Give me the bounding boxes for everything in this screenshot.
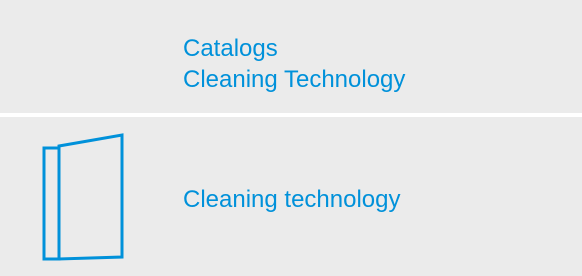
catalog-book-icon xyxy=(38,133,138,263)
catalog-header-title: Catalogs Cleaning Technology xyxy=(183,33,405,95)
catalog-item-label[interactable]: Cleaning technology xyxy=(183,185,401,215)
catalog-item-cleaning-technology[interactable]: Cleaning technology xyxy=(0,117,582,276)
header-title-line-1: Catalogs xyxy=(183,35,278,62)
header-title-line-2: Cleaning Technology xyxy=(183,66,406,93)
catalog-panel: Catalogs Cleaning Technology Cleaning te… xyxy=(0,0,582,276)
catalog-header: Catalogs Cleaning Technology xyxy=(0,0,582,113)
